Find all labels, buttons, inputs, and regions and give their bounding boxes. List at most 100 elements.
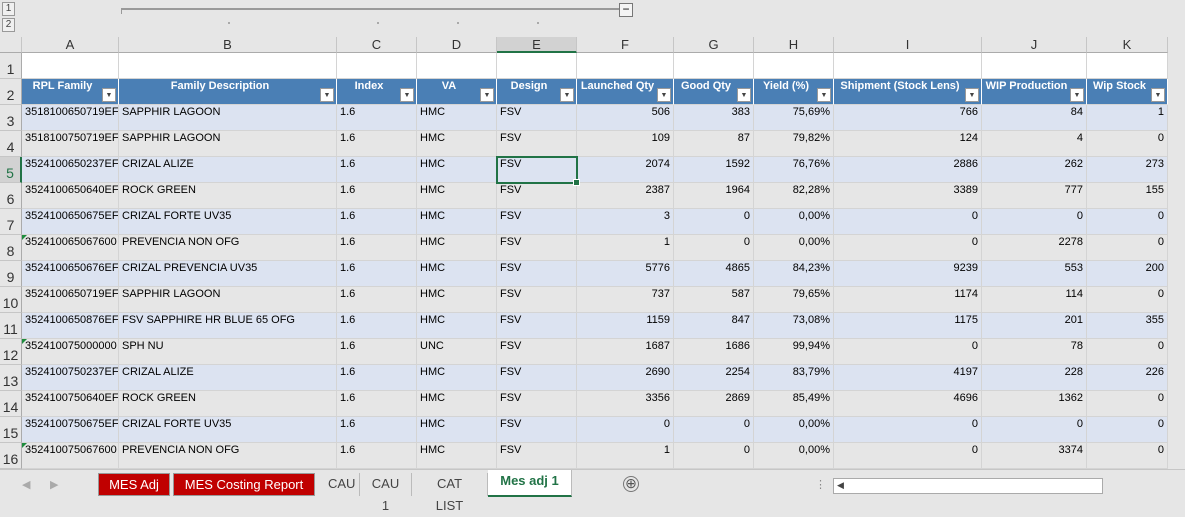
filter-dropdown-button[interactable]: ▼ [320,88,334,102]
table-cell[interactable]: 3524100650876EF [22,313,119,339]
table-cell[interactable]: 587 [674,287,754,313]
table-cell[interactable]: SAPPHIR LAGOON [119,287,337,313]
table-cell[interactable]: HMC [417,105,497,131]
table-cell[interactable]: 4 [982,131,1087,157]
header-cell[interactable]: WIP Production ▼ [982,79,1087,105]
table-cell[interactable]: 0 [1087,391,1168,417]
table-cell[interactable]: FSV [497,183,577,209]
empty-cell[interactable] [1087,53,1168,79]
outline-level-2-button[interactable]: 2 [2,18,15,32]
table-cell[interactable]: 1 [1087,105,1168,131]
table-cell[interactable]: 1.6 [337,339,417,365]
column-header-I[interactable]: I [834,37,982,53]
table-cell[interactable]: 1 [577,235,674,261]
table-cell[interactable]: 777 [982,183,1087,209]
table-cell[interactable]: 76,76% [754,157,834,183]
table-cell[interactable]: 3518100750719EF [22,131,119,157]
row-header-4[interactable]: 4 [0,131,22,157]
table-cell[interactable]: CRIZAL FORTE UV35 [119,417,337,443]
table-cell[interactable]: SAPPHIR LAGOON [119,131,337,157]
table-cell[interactable]: FSV [497,417,577,443]
table-cell[interactable]: 1.6 [337,391,417,417]
table-cell[interactable]: FSV SAPPHIRE HR BLUE 65 OFG [119,313,337,339]
table-cell[interactable]: 109 [577,131,674,157]
table-cell[interactable]: CRIZAL ALIZE [119,157,337,183]
table-cell[interactable]: 1.6 [337,235,417,261]
table-cell[interactable]: 0 [1087,209,1168,235]
table-cell[interactable]: 0 [834,235,982,261]
row-header-3[interactable]: 3 [0,105,22,131]
table-cell[interactable]: FSV [497,287,577,313]
table-cell[interactable]: FSV [497,235,577,261]
table-cell[interactable]: 155 [1087,183,1168,209]
table-cell[interactable]: 4696 [834,391,982,417]
filter-dropdown-button[interactable]: ▼ [737,88,751,102]
sheet-tab-cat-list[interactable]: CAT LIST [412,473,488,513]
column-header-A[interactable]: A [22,37,119,53]
column-header-K[interactable]: K [1087,37,1168,53]
filter-dropdown-button[interactable]: ▼ [400,88,414,102]
column-header-F[interactable]: F [577,37,674,53]
table-cell[interactable]: 1686 [674,339,754,365]
table-cell[interactable]: 1964 [674,183,754,209]
table-cell[interactable]: 262 [982,157,1087,183]
table-cell[interactable]: HMC [417,417,497,443]
table-cell[interactable]: ROCK GREEN [119,391,337,417]
table-cell[interactable]: 2690 [577,365,674,391]
table-cell[interactable]: 226 [1087,365,1168,391]
table-cell[interactable]: 1.6 [337,183,417,209]
table-cell[interactable]: 0,00% [754,235,834,261]
table-cell[interactable]: 0 [1087,339,1168,365]
table-cell[interactable]: 1.6 [337,209,417,235]
table-cell[interactable]: 0 [1087,131,1168,157]
table-cell[interactable]: 355 [1087,313,1168,339]
filter-dropdown-button[interactable]: ▼ [817,88,831,102]
table-cell[interactable]: HMC [417,157,497,183]
column-header-E[interactable]: E [497,37,577,53]
table-cell[interactable]: 75,69% [754,105,834,131]
table-cell[interactable]: 1175 [834,313,982,339]
row-header-10[interactable]: 10 [0,287,22,313]
table-cell[interactable]: 1687 [577,339,674,365]
table-cell[interactable]: 0 [674,209,754,235]
table-cell[interactable]: 1174 [834,287,982,313]
header-cell[interactable]: Yield (%) ▼ [754,79,834,105]
table-cell[interactable]: 0 [577,417,674,443]
table-cell[interactable]: 766 [834,105,982,131]
table-cell[interactable]: 3524100650640EF [22,183,119,209]
table-cell[interactable]: 1159 [577,313,674,339]
table-cell[interactable]: FSV [497,209,577,235]
filter-dropdown-button[interactable]: ▼ [560,88,574,102]
table-cell[interactable]: 114 [982,287,1087,313]
row-header-12[interactable]: 12 [0,339,22,365]
empty-cell[interactable] [119,53,337,79]
empty-cell[interactable] [417,53,497,79]
table-cell[interactable]: 1.6 [337,287,417,313]
filter-dropdown-button[interactable]: ▼ [102,88,116,102]
table-cell[interactable]: CRIZAL ALIZE [119,365,337,391]
table-cell[interactable]: 0 [834,417,982,443]
table-cell[interactable]: 1362 [982,391,1087,417]
header-cell[interactable]: RPL Family ▼ [22,79,119,105]
column-header-D[interactable]: D [417,37,497,53]
table-cell[interactable]: PREVENCIA NON OFG [119,235,337,261]
table-cell[interactable]: 87 [674,131,754,157]
table-cell[interactable]: 3524100750675EF [22,417,119,443]
table-cell[interactable]: FSV [497,443,577,469]
table-cell[interactable]: HMC [417,391,497,417]
table-cell[interactable]: FSV [497,391,577,417]
table-cell[interactable]: 9239 [834,261,982,287]
row-header-11[interactable]: 11 [0,313,22,339]
table-cell[interactable]: 0,00% [754,209,834,235]
table-cell[interactable]: 1.6 [337,131,417,157]
filter-dropdown-button[interactable]: ▼ [480,88,494,102]
horizontal-scrollbar[interactable]: ◀ [833,478,1103,494]
table-cell[interactable]: HMC [417,209,497,235]
empty-cell[interactable] [22,53,119,79]
table-cell[interactable]: CRIZAL FORTE UV35 [119,209,337,235]
header-cell[interactable]: VA ▼ [417,79,497,105]
sheet-tab-cau-1[interactable]: CAU 1 [360,473,412,513]
table-cell[interactable]: 2387 [577,183,674,209]
empty-cell[interactable] [754,53,834,79]
table-cell[interactable]: 84 [982,105,1087,131]
